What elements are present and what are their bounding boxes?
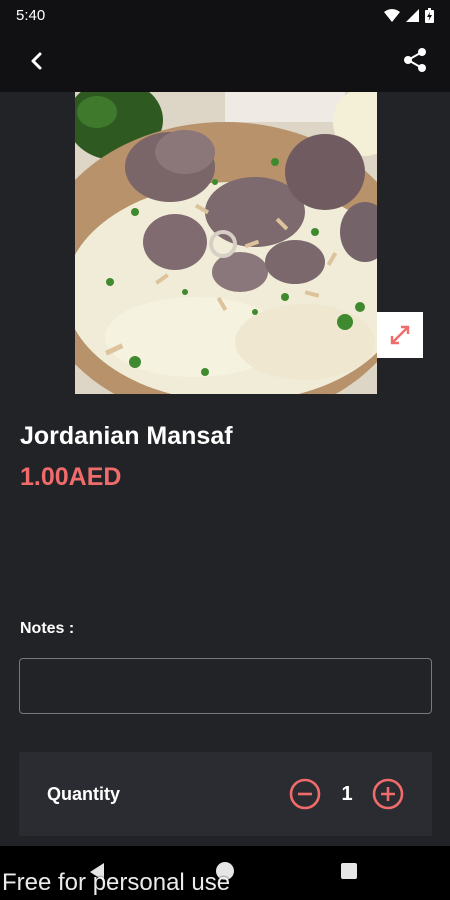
wifi-icon	[384, 8, 400, 22]
product-image[interactable]	[75, 92, 377, 394]
quantity-value: 1	[341, 783, 353, 805]
share-icon	[404, 48, 426, 72]
status-time: 5:40	[16, 6, 46, 24]
status-icons	[384, 7, 434, 23]
notes-label: Notes :	[20, 620, 75, 637]
minus-circle-icon	[289, 778, 321, 810]
notes-input[interactable]	[19, 658, 432, 714]
nav-recent-apps-icon[interactable]	[341, 863, 357, 879]
watermark-text: Free for personal use	[2, 869, 231, 896]
quantity-label: Quantity	[47, 784, 121, 804]
mansaf-dish-image	[75, 92, 377, 394]
increase-quantity-button[interactable]	[372, 778, 404, 810]
product-name: Jordanian Mansaf	[20, 422, 233, 450]
share-button[interactable]	[400, 45, 430, 75]
app-bar	[0, 30, 450, 92]
quantity-card: Quantity 1	[19, 752, 432, 836]
back-button[interactable]	[22, 46, 52, 76]
expand-icon	[390, 325, 410, 345]
back-arrow-icon	[31, 52, 42, 70]
product-price: 1.00AED	[20, 463, 122, 491]
plus-circle-icon	[372, 778, 404, 810]
decrease-quantity-button[interactable]	[289, 778, 321, 810]
expand-image-button[interactable]	[377, 312, 423, 358]
signal-icon	[406, 8, 419, 22]
battery-icon	[425, 7, 434, 23]
status-bar: 5:40	[0, 0, 450, 30]
